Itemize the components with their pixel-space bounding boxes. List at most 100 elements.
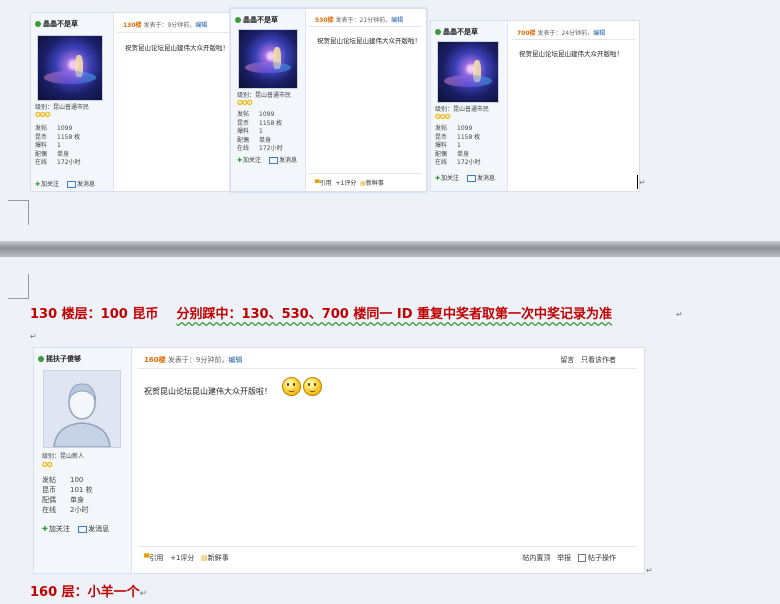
- post-530: 晶晶不是草 级别：昆山普通市民 ✪✪✪ 发帖 1099 昆币 1158 枚 爆料 1 …: [230, 8, 427, 192]
- edit-link[interactable]: 编辑: [228, 356, 242, 364]
- divider: [309, 26, 422, 27]
- post-header: 700楼 发表于：24分钟前，编辑: [517, 28, 605, 37]
- floor-number[interactable]: 700楼: [517, 30, 536, 37]
- message-link[interactable]: 发消息: [477, 175, 495, 182]
- avatar[interactable]: [37, 35, 103, 101]
- post-operation-link[interactable]: 帖子操作: [588, 554, 616, 562]
- user-icon: [38, 356, 44, 362]
- footer-divider: [309, 173, 422, 174]
- post-header-links: 留言 只看该作者: [560, 355, 616, 365]
- follow-link[interactable]: 加关注: [49, 525, 70, 533]
- avatar[interactable]: [238, 29, 298, 89]
- follow-link[interactable]: 加关注: [441, 175, 459, 182]
- message-link[interactable]: 发消息: [77, 181, 95, 188]
- post-time: 发表于：24分钟前，: [537, 30, 594, 37]
- post-time: 发表于：21分钟前，: [335, 17, 392, 24]
- smiley-icon: [282, 377, 301, 396]
- level-stars: ✪✪✪: [35, 111, 51, 119]
- level-stars: ✪✪: [42, 461, 53, 469]
- user-icon: [435, 29, 441, 35]
- caption-160: 160 层：小羊一个↵: [30, 585, 148, 600]
- fresh-icon: ▤: [201, 554, 208, 562]
- return-mark: ↵: [646, 566, 653, 575]
- post-time: 发表于：9分钟前，: [143, 22, 196, 29]
- user-stats: 发帖 1099 昆币 1158 枚 爆料 1 配偶 单身 在线 172小时: [435, 125, 481, 167]
- floor-number[interactable]: 130楼: [123, 22, 142, 29]
- rate-button[interactable]: +1评分: [335, 180, 356, 187]
- follow-link[interactable]: 加关注: [41, 181, 59, 188]
- plus-icon: ✚: [237, 157, 243, 164]
- message-link[interactable]: 发消息: [279, 157, 297, 164]
- crop-mark: [8, 200, 29, 225]
- caption-130: 130 楼层：100 昆币 分别踩中：130、530、700 楼同一 ID 重复…: [30, 307, 613, 322]
- user-sidebar: 晶晶不是草 级别：昆山普通市民 ✪✪✪ 发帖 1099 昆币 1158 枚 爆料 1 …: [431, 21, 508, 191]
- post-footer: ▀引用 +1评分 ▤新鲜事: [144, 553, 229, 563]
- text-cursor: [637, 175, 638, 189]
- avatar[interactable]: [43, 370, 121, 448]
- comment-link[interactable]: 留言: [560, 356, 574, 364]
- user-stats: 发帖 100 昆币 101 枚 配偶 单身 在线 2小时: [42, 476, 93, 514]
- post-700: 晶晶不是草 级别：昆山普通市民 ✪✪✪ 发帖 1099 昆币 1158 枚 爆料 1 …: [430, 20, 640, 192]
- pin-in-thread-link[interactable]: 帖内置顶: [522, 554, 550, 562]
- post-header: 530楼 发表于：21分钟前，编辑: [315, 15, 403, 24]
- divider: [138, 368, 636, 369]
- floor-number[interactable]: 160楼: [144, 356, 166, 364]
- follow-link[interactable]: 加关注: [243, 157, 261, 164]
- page-separator: [0, 241, 780, 257]
- user-level: 级别：昆山新人: [42, 453, 85, 460]
- user-icon: [235, 17, 241, 23]
- avatar[interactable]: [437, 41, 499, 103]
- quote-button[interactable]: 引用: [149, 554, 163, 562]
- fresh-button[interactable]: 新鲜事: [366, 180, 384, 187]
- username[interactable]: 晶晶不是草: [35, 19, 78, 29]
- user-stats: 发帖 1099 昆币 1158 枚 爆料 1 配偶 单身 在线 172小时: [237, 111, 283, 153]
- mail-icon: [66, 181, 76, 188]
- default-avatar-icon: [44, 371, 120, 447]
- post-content: 祝贺昆山论坛昆山建伟大众开版啦！: [317, 37, 421, 45]
- post-footer-right: 帖内置顶 举报 帖子操作: [522, 553, 616, 563]
- user-stats: 发帖 1099 昆币 1158 枚 爆料 1 配偶 单身 在线 172小时: [35, 125, 81, 167]
- post-time: 发表于：9分钟前，: [167, 356, 229, 364]
- post-130: 晶晶不是草 级别：昆山普通市民 ✪✪✪ 发帖 1099 昆币 1158 枚 爆料 1 …: [30, 12, 262, 192]
- quote-button[interactable]: 引用: [320, 180, 332, 187]
- plus-icon: ✚: [35, 181, 41, 188]
- mail-icon: [466, 175, 476, 182]
- edit-link[interactable]: 编辑: [593, 30, 605, 37]
- username[interactable]: 摇扶子傻够: [38, 354, 81, 364]
- fresh-button[interactable]: 新鲜事: [208, 554, 229, 562]
- user-sidebar: 晶晶不是草 级别：昆山普通市民 ✪✪✪ 发帖 1099 昆币 1158 枚 爆料 1 …: [231, 9, 306, 191]
- crop-mark: [8, 274, 29, 299]
- user-icon: [35, 21, 41, 27]
- post-content: 祝贺昆山论坛昆山建伟大众开版啦！: [125, 44, 229, 52]
- return-mark: ↵: [676, 310, 683, 319]
- mail-icon: [78, 525, 88, 533]
- post-160: 摇扶子傻够 级别：昆山新人 ✪✪ 发帖 100 昆币 101 枚 配偶 单身 在线 2小…: [33, 347, 645, 574]
- smiley-icon: [303, 377, 322, 396]
- post-footer: ▀引用 +1评分 ▤新鲜事: [315, 178, 384, 187]
- level-stars: ✪✪✪: [237, 99, 253, 107]
- user-actions: ✚加关注 发消息: [42, 524, 109, 534]
- divider: [511, 39, 635, 40]
- post-header: 160楼 发表于：9分钟前，编辑: [144, 355, 242, 365]
- post-header: 130楼 发表于：9分钟前，编辑: [123, 20, 207, 29]
- report-link[interactable]: 举报: [557, 554, 571, 562]
- only-author-link[interactable]: 只看该作者: [581, 356, 616, 364]
- edit-link[interactable]: 编辑: [391, 17, 403, 24]
- user-sidebar: 晶晶不是草 级别：昆山普通市民 ✪✪✪ 发帖 1099 昆币 1158 枚 爆料 1 …: [31, 13, 114, 191]
- username[interactable]: 晶晶不是草: [235, 15, 278, 25]
- message-link[interactable]: 发消息: [88, 525, 109, 533]
- username[interactable]: 晶晶不是草: [435, 27, 478, 37]
- checkbox-icon[interactable]: [577, 554, 586, 562]
- post-content: 祝贺昆山论坛昆山建伟大众开版啦！: [519, 50, 623, 58]
- plus-icon: ✚: [42, 525, 48, 533]
- footer-divider: [138, 546, 636, 547]
- rate-button[interactable]: +1评分: [170, 554, 194, 562]
- post-content: 祝贺昆山论坛昆山建伟大众开版啦！: [144, 387, 272, 396]
- return-mark: ↵: [639, 178, 646, 187]
- floor-number[interactable]: 530楼: [315, 17, 334, 24]
- user-actions: ✚加关注 发消息: [35, 179, 95, 188]
- return-mark: ↵: [30, 332, 37, 341]
- edit-link[interactable]: 编辑: [195, 22, 207, 29]
- user-actions: ✚加关注 发消息: [435, 173, 495, 182]
- user-actions: ✚加关注 发消息: [237, 155, 297, 164]
